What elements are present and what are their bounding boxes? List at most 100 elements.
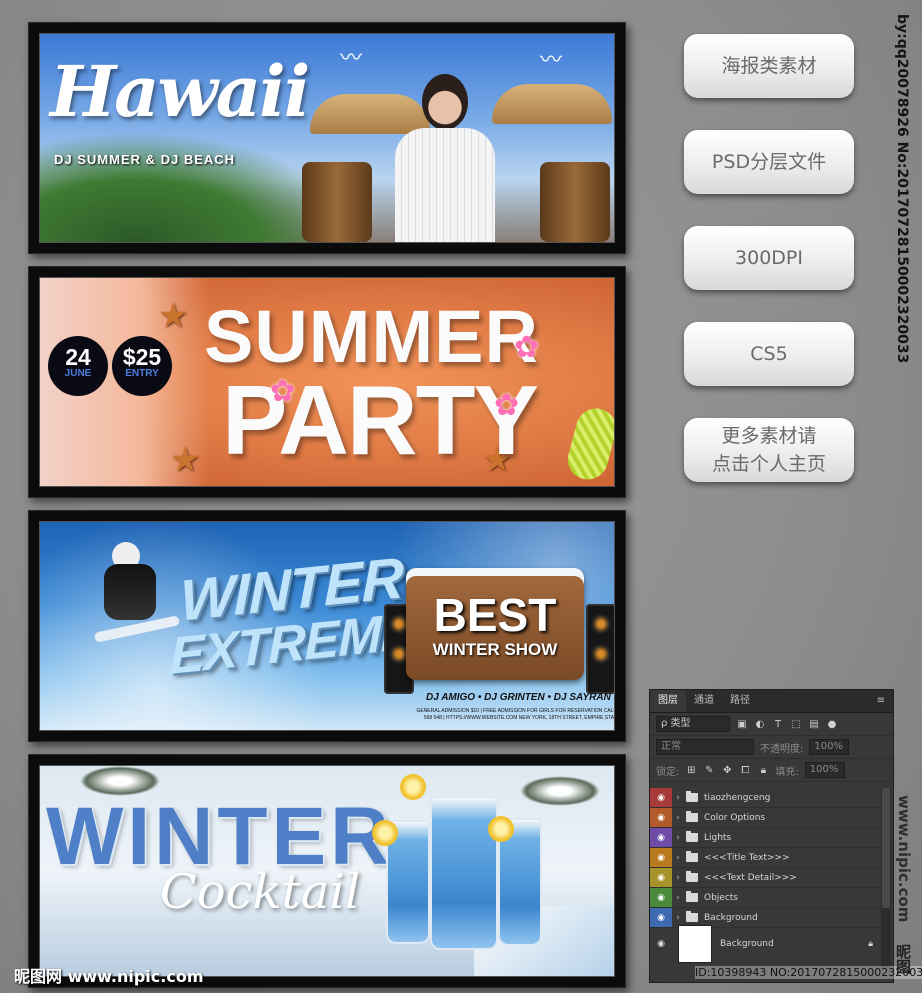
flower-icon: ✿ [514,331,540,364]
snowboarder-body [104,564,156,620]
nipic-logo: 昵图 [894,944,912,974]
lock-paint-icon[interactable]: ✎ [703,765,715,776]
panel-scrollbar[interactable] [881,788,891,968]
lock-artboard-icon[interactable]: ⧠ [739,765,751,776]
poster-frame-winter-cocktail: WINTER Cocktail [28,754,626,988]
flip-flop [563,404,614,484]
summer-party-banner: 24 JUNE $25 ENTRY ★ ★ ★ SUMMER PARTY ✿ ✿… [39,277,615,487]
layer-row[interactable]: ◉ › Objects [650,888,879,908]
visibility-eye-icon[interactable]: ◉ [650,788,672,807]
expand-chevron-icon[interactable]: › [672,813,684,823]
button-cs5[interactable]: CS5 [684,322,854,386]
layers-panel: 图层 通道 路径 ≡ ρ 类型 ▣ ◐ T ⬚ ▤ ● 正常 不透明度: 100… [649,689,894,983]
lock-all-icon[interactable]: 🔒︎ [757,765,769,776]
id-number: ID:10398943 NO:20170728150002320033 [695,966,922,979]
adjustment-filter-icon[interactable]: ◐ [754,719,766,730]
lemon-slice [372,820,398,846]
layer-name: <<<Title Text>>> [704,852,790,863]
lock-label: 锁定: [656,766,680,778]
panel-menu-icon[interactable]: ≡ [869,690,893,712]
winter-cocktail-banner: WINTER Cocktail [39,765,615,977]
vertical-credit: by:qq20078926 No:20170728150002320033 [894,14,910,364]
folder-icon [686,871,698,882]
filter-toggle-icon[interactable]: ● [826,719,838,730]
folder-icon [686,911,698,922]
poster-frame-summer: 24 JUNE $25 ENTRY ★ ★ ★ SUMMER PARTY ✿ ✿… [28,266,626,498]
date-circle: 24 JUNE [48,336,108,396]
filter-row: ρ 类型 ▣ ◐ T ⬚ ▤ ● [650,713,893,736]
visibility-eye-icon[interactable]: ◉ [650,848,672,867]
button-300dpi[interactable]: 300DPI [684,226,854,290]
lock-row: 锁定: ⊞ ✎ ✥ ⧠ 🔒︎ 填充: 100% [650,759,893,782]
price-value: $25 [122,344,162,370]
hawaii-subtitle: DJ SUMMER & DJ BEACH [54,152,236,167]
sign-winter-show: WINTER SHOW [432,640,558,659]
expand-chevron-icon[interactable]: › [672,913,684,923]
layer-name: Color Options [704,812,766,823]
image-filter-icon[interactable]: ▣ [736,719,748,730]
starfish-icon: ★ [170,441,201,479]
expand-chevron-icon[interactable]: › [672,793,684,803]
fill-label: 填充: [775,766,799,778]
shape-filter-icon[interactable]: ⬚ [790,719,802,730]
filter-kind-select[interactable]: ρ 类型 [656,716,730,732]
layer-name: Background [704,912,758,923]
visibility-eye-icon[interactable]: ◉ [650,808,672,827]
person-head [422,74,468,130]
person-figure [360,74,530,242]
flower-icon: ✿ [270,375,296,408]
expand-chevron-icon[interactable]: › [672,893,684,903]
vertical-site: www.nipic.com [895,795,913,923]
expand-chevron-icon[interactable]: › [672,833,684,843]
lock-move-icon[interactable]: ✥ [721,765,733,776]
layer-name: Objects [704,892,739,903]
visibility-eye-icon[interactable]: ◉ [650,868,672,887]
visibility-eye-icon[interactable]: ◉ [650,828,672,847]
folder-icon [686,811,698,822]
pine-branch [520,776,600,806]
blend-mode-select[interactable]: 正常 [656,739,754,755]
layer-row[interactable]: ◉ › tiaozhengceng [650,788,879,808]
expand-chevron-icon[interactable]: › [672,873,684,883]
flower-icon: ✿ [494,389,520,422]
poster-frame-hawaii: 〰 〰 Hawaii DJ SUMMER & DJ BEACH [28,22,626,254]
dj-lineup: DJ AMIGO • DJ GRINTEN • DJ SAYRAN [426,692,611,703]
price-label: ENTRY [125,368,159,379]
tab-channels[interactable]: 通道 [686,690,722,712]
drum-right [540,162,610,242]
folder-icon [686,831,698,842]
opacity-input[interactable]: 100% [809,739,850,755]
opacity-label: 不透明度: [760,743,804,755]
layer-name: Background [720,939,774,949]
tab-layers[interactable]: 图层 [650,690,686,712]
button-poster-materials[interactable]: 海报类素材 [684,34,854,98]
panel-tabs: 图层 通道 路径 ≡ [650,690,893,713]
expand-chevron-icon[interactable]: › [672,853,684,863]
button-psd-layered[interactable]: PSD分层文件 [684,130,854,194]
type-filter-icon[interactable]: T [772,719,784,730]
visibility-eye-icon[interactable]: ◉ [650,939,672,949]
cocktail-glass [430,796,498,950]
blend-row: 正常 不透明度: 100% [650,736,893,759]
layer-row[interactable]: ◉ › <<<Text Detail>>> [650,868,879,888]
winter-extreme-banner: WINTER EXTREME BEST WINTER SHOW DJ AMIGO… [39,521,615,731]
layer-row-background-base[interactable]: ◉ Background 🔒︎ [650,922,879,966]
date-day: 24 [65,344,91,370]
lemon-slice [488,816,514,842]
layer-thumbnail [678,925,712,963]
layer-row[interactable]: ◉ › Lights [650,828,879,848]
tab-paths[interactable]: 路径 [722,690,758,712]
fill-input[interactable]: 100% [804,762,845,778]
layer-list: ◉ › tiaozhengceng ◉ › Color Options ◉ › Lights ◉ ›… [650,788,879,928]
button-more-materials[interactable]: 更多素材请 点击个人主页 [684,418,854,482]
lock-transparent-icon[interactable]: ⊞ [685,765,697,776]
smartobject-filter-icon[interactable]: ▤ [808,719,820,730]
lock-icon: 🔒︎ [868,939,873,949]
layer-name: tiaozhengceng [704,792,771,803]
poster-frame-winter-extreme: WINTER EXTREME BEST WINTER SHOW DJ AMIGO… [28,510,626,742]
date-month: JUNE [64,368,92,379]
layer-row[interactable]: ◉ › <<<Title Text>>> [650,848,879,868]
layer-row[interactable]: ◉ › Color Options [650,808,879,828]
wooden-sign: BEST WINTER SHOW [406,568,584,680]
visibility-eye-icon[interactable]: ◉ [650,888,672,907]
